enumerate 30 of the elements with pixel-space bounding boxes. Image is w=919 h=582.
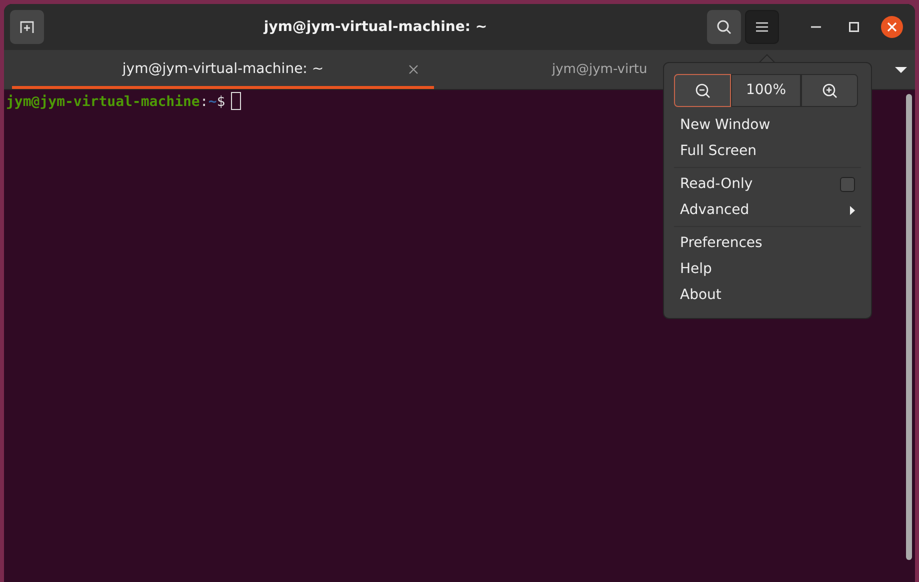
- new-tab-button[interactable]: [10, 10, 44, 44]
- prompt-line: jym@jym-virtual-machine:~$: [6, 94, 226, 110]
- menu-item[interactable]: Preferences: [674, 230, 861, 256]
- zoom-out-icon: [694, 82, 710, 98]
- zoom-in-button[interactable]: [801, 74, 858, 107]
- menu-item[interactable]: Full Screen: [674, 138, 861, 164]
- menu-item[interactable]: About: [674, 282, 861, 308]
- window-title: jym@jym-virtual-machine: ~: [262, 18, 488, 36]
- close-icon[interactable]: [409, 65, 418, 74]
- zoom-level: 100%: [731, 74, 801, 107]
- checkbox[interactable]: [840, 176, 855, 192]
- dropdown-icon[interactable]: [895, 66, 907, 74]
- menu-icon: [756, 22, 768, 32]
- cursor: [231, 92, 242, 110]
- tab[interactable]: jym@jym-virtual-machine: ~: [12, 50, 434, 89]
- search-button[interactable]: [707, 10, 741, 44]
- new-tab-icon: [19, 20, 35, 34]
- maximize-icon: [849, 22, 859, 32]
- submenu-arrow-icon: [850, 206, 855, 214]
- menu-item[interactable]: Help: [674, 256, 861, 282]
- zoom-out-button[interactable]: [674, 74, 731, 107]
- menu-button[interactable]: [745, 10, 779, 44]
- minimize-icon: [811, 26, 821, 28]
- scrollbar[interactable]: [906, 94, 912, 560]
- menu-item[interactable]: Read-Only: [674, 171, 861, 197]
- zoom-in-icon: [822, 82, 838, 98]
- menu-item[interactable]: Advanced: [674, 197, 861, 223]
- menu-item[interactable]: New Window: [674, 112, 861, 138]
- close-icon: [881, 16, 903, 38]
- search-icon: [716, 19, 732, 35]
